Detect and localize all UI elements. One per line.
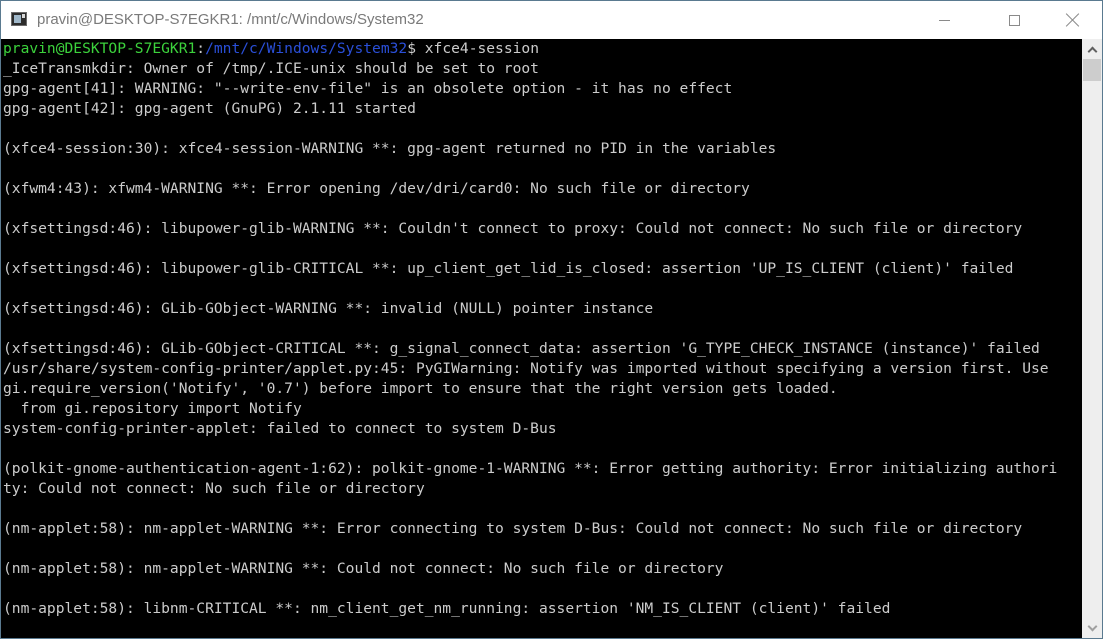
output-line: gi.require_version('Notify', '0.7') befo… <box>3 380 838 397</box>
maximize-icon <box>1008 14 1020 26</box>
prompt-line: pravin@DESKTOP-S7EGKR1:/mnt/c/Windows/Sy… <box>3 39 539 59</box>
output-line: (xfwm4:43): xfwm4-WARNING **: Error open… <box>3 180 750 197</box>
minimize-button[interactable] <box>921 1 967 39</box>
output-line: ty: Could not connect: No such file or d… <box>3 480 425 497</box>
output-line: (xfsettingsd:46): libupower-glib-CRITICA… <box>3 260 1014 277</box>
prompt-separator: : <box>196 40 206 57</box>
output-line: (polkit-gnome-authentication-agent-1:62)… <box>3 460 1058 477</box>
title-bar[interactable]: pravin@DESKTOP-S7EGKR1: /mnt/c/Windows/S… <box>1 1 1102 39</box>
scrollbar-thumb[interactable] <box>1083 59 1101 81</box>
close-icon <box>1066 13 1080 27</box>
prompt-symbol: $ <box>407 40 425 57</box>
output-line: (xfce4-session:30): xfce4-session-WARNIN… <box>3 140 777 157</box>
output-line: (xfsettingsd:46): GLib-GObject-CRITICAL … <box>3 340 1040 357</box>
chevron-up-icon <box>1087 46 1097 56</box>
output-line: (xfsettingsd:46): GLib-GObject-WARNING *… <box>3 300 654 317</box>
terminal-window: pravin@DESKTOP-S7EGKR1: /mnt/c/Windows/S… <box>0 0 1103 639</box>
output-line: (xfsettingsd:46): libupower-glib-WARNING… <box>3 220 1023 237</box>
output-line: (nm-applet:58): libnm-CRITICAL **: nm_cl… <box>3 600 891 617</box>
scroll-down-button[interactable] <box>1082 618 1102 638</box>
vertical-scrollbar[interactable] <box>1082 39 1102 638</box>
window-title: pravin@DESKTOP-S7EGKR1: /mnt/c/Windows/S… <box>37 11 424 28</box>
chevron-down-icon <box>1087 621 1097 631</box>
terminal-app-icon[interactable] <box>11 12 27 26</box>
prompt-command: xfce4-session <box>424 40 539 57</box>
terminal-output-area[interactable]: pravin@DESKTOP-S7EGKR1:/mnt/c/Windows/Sy… <box>1 39 1082 638</box>
output-line: (nm-applet:58): nm-applet-WARNING **: Co… <box>3 560 724 577</box>
maximize-button[interactable] <box>991 1 1037 39</box>
output-line: system-config-printer-applet: failed to … <box>3 420 557 437</box>
prompt-user-host: pravin@DESKTOP-S7EGKR1 <box>3 40 197 57</box>
prompt-path: /mnt/c/Windows/System32 <box>205 40 408 57</box>
scroll-up-button[interactable] <box>1082 39 1102 59</box>
output-line: from gi.repository import Notify <box>3 400 302 417</box>
output-line: gpg-agent[42]: gpg-agent (GnuPG) 2.1.11 … <box>3 100 416 117</box>
output-line: /usr/share/system-config-printer/applet.… <box>3 360 1049 377</box>
output-line: _IceTransmkdir: Owner of /tmp/.ICE-unix … <box>3 60 539 77</box>
close-button[interactable] <box>1050 1 1096 39</box>
output-line: gpg-agent[41]: WARNING: "--write-env-fil… <box>3 80 733 97</box>
output-line: (nm-applet:58): nm-applet-WARNING **: Er… <box>3 520 1023 537</box>
minimize-icon <box>938 19 950 21</box>
